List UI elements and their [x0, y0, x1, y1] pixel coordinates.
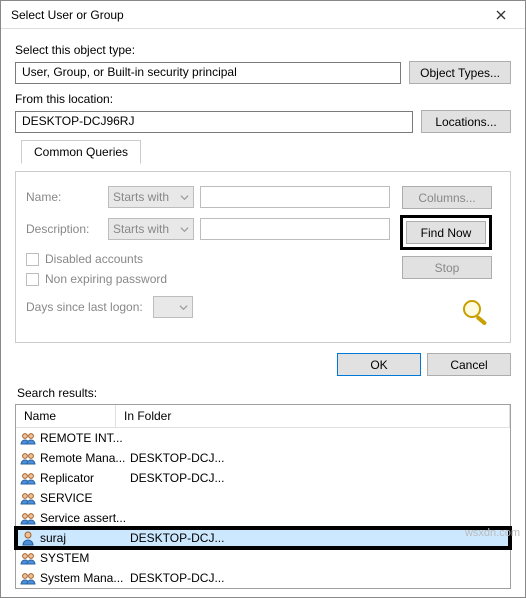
result-name: Replicator [40, 471, 130, 485]
result-name: REMOTE INT... [40, 431, 130, 445]
result-folder: DESKTOP-DCJ... [130, 571, 506, 585]
chevron-down-icon [180, 225, 189, 234]
results-body: REMOTE INT...Remote Mana...DESKTOP-DCJ..… [16, 428, 510, 588]
result-row[interactable]: System Mana...DESKTOP-DCJ... [16, 568, 510, 588]
result-folder: DESKTOP-DCJ... [130, 471, 506, 485]
close-icon [496, 10, 506, 20]
user-icon [20, 530, 36, 546]
find-now-button[interactable]: Find Now [406, 221, 486, 244]
query-side-buttons: Columns... Find Now Stop [400, 186, 492, 328]
group-icon [20, 490, 36, 506]
group-icon [20, 510, 36, 526]
chevron-down-icon [180, 193, 189, 202]
object-type-field[interactable]: User, Group, or Built-in security princi… [15, 62, 401, 84]
tabstrip: Common Queries [15, 140, 511, 164]
select-user-or-group-dialog: Select User or Group Select this object … [0, 0, 526, 598]
chevron-down-icon [179, 303, 188, 312]
watermark: wsxdn.com [465, 527, 520, 539]
column-headers: Name In Folder [16, 405, 510, 428]
dialog-title: Select User or Group [11, 8, 124, 22]
group-icon [20, 570, 36, 586]
columns-button[interactable]: Columns... [402, 186, 492, 209]
search-icon [460, 297, 492, 328]
stop-button[interactable]: Stop [402, 256, 492, 279]
disabled-accounts-label: Disabled accounts [45, 252, 143, 266]
result-row[interactable]: ReplicatorDESKTOP-DCJ... [16, 468, 510, 488]
description-match-combo[interactable]: Starts with [108, 218, 194, 240]
days-since-logon-label: Days since last logon: [26, 300, 143, 314]
non-expiring-password-label: Non expiring password [45, 272, 167, 286]
group-icon [20, 470, 36, 486]
common-queries-group: Name: Starts with Description: Starts wi… [15, 171, 511, 343]
tab-common-queries[interactable]: Common Queries [21, 140, 141, 164]
group-icon [20, 550, 36, 566]
result-folder: DESKTOP-DCJ... [130, 451, 506, 465]
disabled-accounts-checkbox[interactable] [26, 253, 39, 266]
search-results-label: Search results: [17, 386, 509, 400]
result-row[interactable]: SERVICE [16, 488, 510, 508]
result-name: SERVICE [40, 491, 130, 505]
name-input[interactable] [200, 186, 390, 208]
result-row[interactable]: Service assert... [16, 508, 510, 528]
group-icon [20, 430, 36, 446]
object-types-button[interactable]: Object Types... [409, 61, 511, 84]
days-since-logon-combo[interactable] [153, 296, 193, 318]
query-left: Name: Starts with Description: Starts wi… [26, 186, 390, 328]
locations-button[interactable]: Locations... [421, 110, 511, 133]
column-header-in-folder[interactable]: In Folder [116, 405, 510, 427]
ok-button[interactable]: OK [337, 353, 421, 376]
close-button[interactable] [483, 4, 519, 26]
result-row[interactable]: REMOTE INT... [16, 428, 510, 448]
result-row[interactable]: SYSTEM [16, 548, 510, 568]
dialog-content: Select this object type: User, Group, or… [1, 29, 525, 597]
result-row[interactable]: surajDESKTOP-DCJ... [16, 528, 510, 548]
find-now-highlight: Find Now [400, 215, 492, 250]
result-name: System Mana... [40, 571, 130, 585]
titlebar: Select User or Group [1, 1, 525, 29]
non-expiring-password-checkbox[interactable] [26, 273, 39, 286]
name-label: Name: [26, 190, 102, 204]
column-header-name[interactable]: Name [16, 405, 116, 427]
result-row[interactable]: Remote Mana...DESKTOP-DCJ... [16, 448, 510, 468]
description-label: Description: [26, 222, 102, 236]
description-input[interactable] [200, 218, 390, 240]
cancel-button[interactable]: Cancel [427, 353, 511, 376]
from-location-label: From this location: [15, 92, 511, 106]
name-match-combo[interactable]: Starts with [108, 186, 194, 208]
group-icon [20, 450, 36, 466]
object-type-label: Select this object type: [15, 43, 511, 57]
result-name: Service assert... [40, 511, 130, 525]
search-results-list: Name In Folder REMOTE INT... Remote Mana.… [15, 404, 511, 589]
result-name: SYSTEM [40, 551, 130, 565]
result-name: Remote Mana... [40, 451, 130, 465]
location-field[interactable]: DESKTOP-DCJ96RJ [15, 111, 413, 133]
